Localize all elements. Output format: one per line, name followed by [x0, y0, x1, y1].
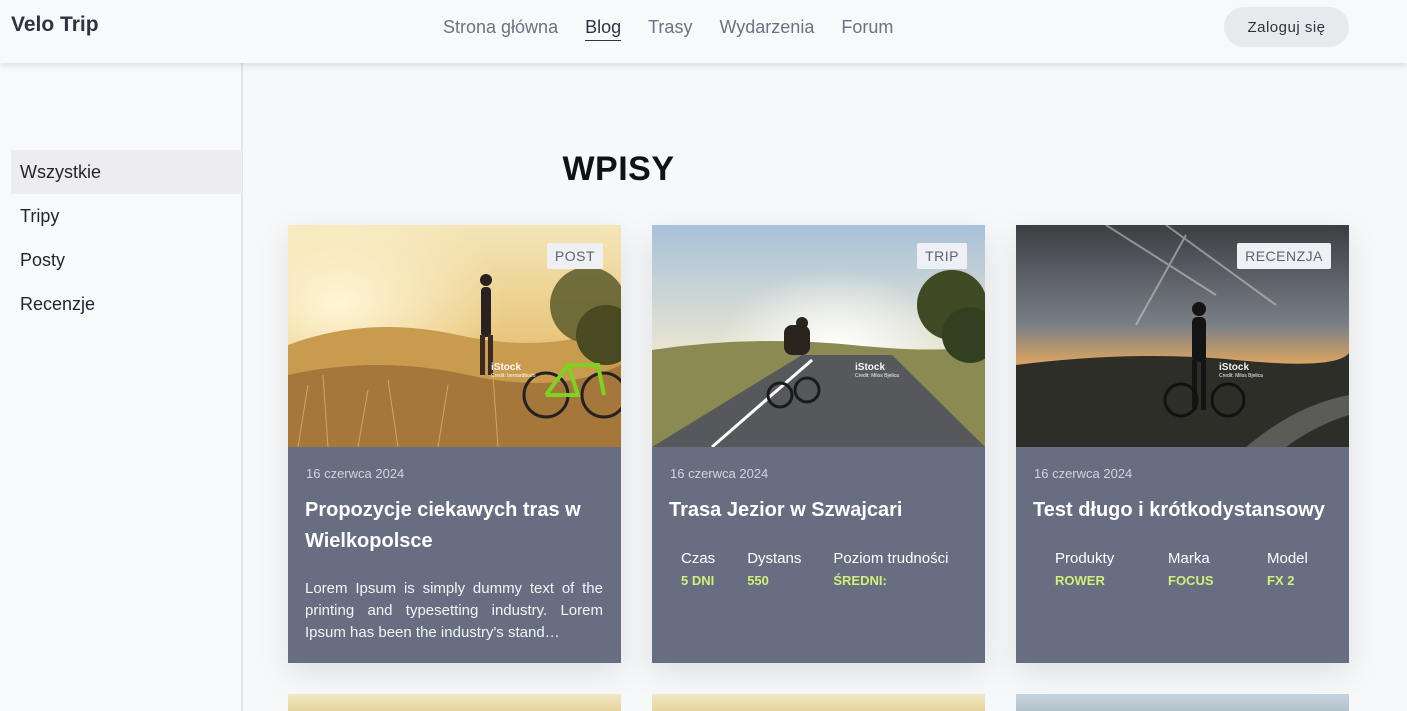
watermark-credit: Credit: Milos Bjelica — [1219, 373, 1263, 379]
category-badge: TRIP — [917, 243, 967, 269]
spec-brand: Marka FOCUS — [1168, 550, 1267, 588]
sidebar-item-posts[interactable]: Posty — [11, 238, 242, 282]
spec-value: ŚREDNI: — [833, 573, 887, 588]
spec-label: Model — [1267, 550, 1308, 567]
spec-label: Produkty — [1055, 550, 1115, 567]
sidebar-item-all[interactable]: Wszystkie — [11, 150, 242, 194]
card-image-cyclist-field: POST iStock Credit: bernardbodo — [288, 225, 621, 447]
spec-value: ROWER — [1055, 573, 1105, 588]
card-title[interactable]: Propozycje ciekawych tras w Wielkopolsce — [305, 495, 605, 557]
sidebar-item-reviews[interactable]: Recenzje — [11, 282, 242, 326]
spec-distance: Dystans 550 — [747, 550, 801, 588]
spec-products: Produkty ROWER — [1055, 550, 1168, 588]
nav-item-blog[interactable]: Blog — [585, 17, 622, 41]
nav-item-routes[interactable]: Trasy — [648, 17, 692, 41]
post-card[interactable]: POST iStock Credit: bernardbodo 16 czerw… — [288, 225, 621, 663]
top-navbar: Velo Trip Strona główna Blog Trasy Wydar… — [0, 0, 1407, 63]
watermark-credit: Credit: Milos Bjelica — [855, 373, 899, 379]
card-date: 16 czerwca 2024 — [1034, 466, 1133, 481]
category-badge: POST — [546, 243, 603, 269]
spec-duration: Czas 5 DNI — [681, 550, 715, 588]
review-card[interactable]: RECENZJA iStock Credit: Milos Bjelica 16… — [1016, 225, 1349, 663]
trip-card[interactable]: TRIP iStock Credit: Milos Bjelica 16 cze… — [652, 225, 985, 663]
spec-label: Czas — [681, 550, 716, 567]
category-badge: RECENZJA — [1237, 243, 1331, 269]
category-list: Wszystkie Tripy Posty Recenzje — [11, 150, 242, 326]
spec-value: FOCUS — [1168, 573, 1214, 588]
istock-watermark: iStock Credit: Milos Bjelica — [1219, 363, 1263, 381]
next-card-image[interactable] — [652, 694, 985, 711]
card-image-road-cyclist: TRIP iStock Credit: Milos Bjelica — [652, 225, 985, 447]
main-nav: Strona główna Blog Trasy Wydarzenia Foru… — [443, 17, 893, 41]
watermark-credit: Credit: bernardbodo — [491, 373, 536, 379]
spec-value: 550 — [747, 573, 769, 588]
spec-difficulty: Poziom trudności ŚREDNI: — [833, 550, 948, 588]
card-date: 16 czerwca 2024 — [670, 466, 769, 481]
nav-item-events[interactable]: Wydarzenia — [719, 17, 814, 41]
spec-value: 5 DNI — [681, 573, 715, 588]
card-title[interactable]: Test długo i krótkodystansowy — [1033, 495, 1333, 526]
card-excerpt: Lorem Ipsum is simply dummy text of the … — [305, 580, 603, 641]
next-card-image[interactable] — [1016, 694, 1349, 711]
nav-item-home[interactable]: Strona główna — [443, 17, 558, 41]
spec-label: Marka — [1168, 550, 1210, 567]
spec-label: Poziom trudności — [833, 550, 949, 567]
trip-specs: Czas 5 DNI Dystans 550 Poziom trudności … — [681, 550, 948, 588]
category-sidebar: Wszystkie Tripy Posty Recenzje — [0, 63, 243, 711]
login-button[interactable]: Zaloguj się — [1224, 7, 1349, 47]
card-date: 16 czerwca 2024 — [306, 466, 405, 481]
card-title[interactable]: Trasa Jezior w Szwajcari — [669, 495, 969, 526]
brand-logo[interactable]: Velo Trip — [11, 13, 99, 37]
spec-value: FX 2 — [1267, 573, 1295, 588]
card-image-sunset-cyclist: RECENZJA iStock Credit: Milos Bjelica — [1016, 225, 1349, 447]
istock-watermark: iStock Credit: Milos Bjelica — [855, 363, 899, 381]
spec-label: Dystans — [747, 550, 802, 567]
page-title: WPISY — [562, 150, 675, 188]
spec-model: Model FX 2 — [1267, 550, 1308, 588]
review-specs: Produkty ROWER Marka FOCUS Model FX 2 — [1055, 550, 1308, 588]
nav-item-forum[interactable]: Forum — [841, 17, 893, 41]
sidebar-item-trips[interactable]: Tripy — [11, 194, 242, 238]
istock-watermark: iStock Credit: bernardbodo — [491, 363, 535, 381]
next-card-image[interactable] — [288, 694, 621, 711]
